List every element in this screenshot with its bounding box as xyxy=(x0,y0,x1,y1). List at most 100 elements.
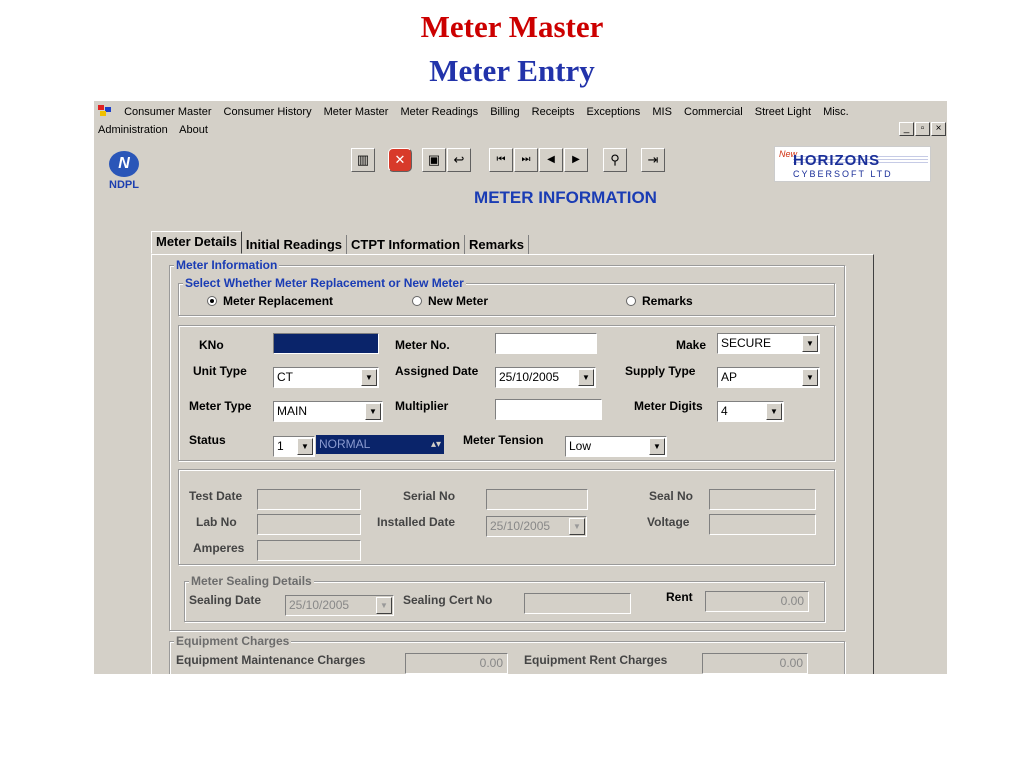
rent-label: Rent xyxy=(666,590,693,604)
meter-type-select[interactable]: MAIN ▼ xyxy=(273,401,383,422)
assigned-date-value: 25/10/2005 xyxy=(499,370,560,384)
meter-no-label: Meter No. xyxy=(395,338,450,352)
assigned-date-picker[interactable]: 25/10/2005 ▼ xyxy=(495,367,596,388)
seal-no-input[interactable] xyxy=(709,489,816,510)
chevron-down-icon[interactable]: ▼ xyxy=(361,369,377,386)
chevron-down-icon[interactable]: ▼ xyxy=(297,438,313,455)
chevron-down-icon[interactable]: ▼ xyxy=(569,518,585,535)
test-date-input[interactable] xyxy=(257,489,361,510)
chevron-down-icon[interactable]: ▼ xyxy=(365,403,381,420)
supply-type-select[interactable]: AP ▼ xyxy=(717,367,820,388)
lab-no-input[interactable] xyxy=(257,514,361,535)
remarks-label: Remarks xyxy=(642,294,693,308)
meter-no-input[interactable] xyxy=(495,333,597,354)
minimize-button[interactable]: _ xyxy=(899,122,914,136)
meter-tension-label: Meter Tension xyxy=(463,433,544,447)
menu-administration[interactable]: Administration xyxy=(98,124,168,136)
installed-date-picker[interactable]: 25/10/2005 ▼ xyxy=(486,516,587,537)
exit-icon[interactable]: ⇥ xyxy=(641,148,665,172)
find-icon[interactable]: ⚲ xyxy=(603,148,627,172)
serial-no-input[interactable] xyxy=(486,489,588,510)
chevron-down-icon[interactable]: ▼ xyxy=(802,335,818,352)
close-window-button[interactable]: × xyxy=(931,122,946,136)
menu-street-light[interactable]: Street Light xyxy=(755,106,811,118)
unit-type-value: CT xyxy=(277,370,293,384)
app-window: Consumer Master Consumer History Meter M… xyxy=(94,100,947,674)
menu-billing[interactable]: Billing xyxy=(490,106,519,118)
sealing-cert-input[interactable] xyxy=(524,593,631,614)
voltage-input[interactable] xyxy=(709,514,816,535)
menu-receipts[interactable]: Receipts xyxy=(532,106,575,118)
kno-label: KNo xyxy=(199,338,224,352)
menu-meter-readings[interactable]: Meter Readings xyxy=(401,106,479,118)
menu-misc[interactable]: Misc. xyxy=(823,106,849,118)
equipment-rent-input[interactable]: 0.00 xyxy=(702,653,808,674)
menu-consumer-master[interactable]: Consumer Master xyxy=(124,106,211,118)
meter-type-label: Meter Type xyxy=(189,399,252,413)
chevron-down-icon[interactable]: ▼ xyxy=(578,369,594,386)
multiplier-input[interactable] xyxy=(495,399,602,420)
seal-no-label: Seal No xyxy=(649,489,694,503)
meter-digits-select[interactable]: 4 ▼ xyxy=(717,401,784,422)
meter-replacement-radio[interactable]: Meter Replacement xyxy=(207,294,333,308)
equipment-rent-value: 0.00 xyxy=(779,656,803,670)
equipment-maintenance-value: 0.00 xyxy=(479,656,503,670)
print-icon[interactable]: ▥ xyxy=(351,148,375,172)
save-icon[interactable]: ▣ xyxy=(422,148,446,172)
sealing-date-picker[interactable]: 25/10/2005 ▼ xyxy=(285,595,394,616)
next-record-icon[interactable]: ▶ xyxy=(564,148,588,172)
equipment-charges-group: Equipment Charges Equipment Maintenance … xyxy=(169,634,845,674)
menu-meter-master[interactable]: Meter Master xyxy=(324,106,389,118)
first-record-icon[interactable]: ⏮ xyxy=(489,148,513,172)
tab-panel: Meter Information Select Whether Meter R… xyxy=(151,254,874,674)
cancel-icon[interactable]: ✕ xyxy=(388,148,412,172)
meter-tension-select[interactable]: Low ▼ xyxy=(565,436,667,457)
chevron-down-icon[interactable]: ▼ xyxy=(376,597,392,614)
meter-information-group: Meter Information Select Whether Meter R… xyxy=(169,258,845,631)
remarks-radio[interactable]: Remarks xyxy=(626,294,693,308)
horizons-logo: New HORIZONS CYBERSOFT LTD xyxy=(774,146,931,182)
tab-initial-readings[interactable]: Initial Readings xyxy=(242,235,347,254)
installed-date-label: Installed Date xyxy=(377,515,456,529)
unit-type-select[interactable]: CT ▼ xyxy=(273,367,379,388)
meter-choice-group: Select Whether Meter Replacement or New … xyxy=(178,276,835,316)
tab-ctpt-information[interactable]: CTPT Information xyxy=(347,235,466,254)
chevron-down-icon[interactable]: ▼ xyxy=(766,403,782,420)
meter-sealing-legend: Meter Sealing Details xyxy=(189,574,314,588)
test-date-label: Test Date xyxy=(189,489,243,503)
menu-mis[interactable]: MIS xyxy=(652,106,672,118)
tab-bar: Meter Details Initial Readings CTPT Info… xyxy=(151,231,529,254)
status-code-select[interactable]: 1 ▼ xyxy=(273,436,315,457)
restore-button[interactable]: ▫ xyxy=(915,122,930,136)
chevron-down-icon[interactable]: ▼ xyxy=(802,369,818,386)
menu-consumer-history[interactable]: Consumer History xyxy=(224,106,312,118)
installed-date-value: 25/10/2005 xyxy=(490,519,551,533)
slide-subtitle: Meter Entry xyxy=(429,53,595,88)
meter-fields-group: KNo Meter No. Make SECURE ▼ Unit Type CT ▼… xyxy=(178,325,835,461)
menu-commercial[interactable]: Commercial xyxy=(684,106,743,118)
equipment-maintenance-input[interactable]: 0.00 xyxy=(405,653,508,674)
kno-input[interactable] xyxy=(273,333,379,354)
make-label: Make xyxy=(676,338,707,352)
previous-record-icon[interactable]: ◀ xyxy=(539,148,563,172)
meter-digits-value: 4 xyxy=(721,404,728,418)
make-select[interactable]: SECURE ▼ xyxy=(717,333,820,354)
tab-remarks[interactable]: Remarks xyxy=(465,235,529,254)
new-meter-radio[interactable]: New Meter xyxy=(412,294,488,308)
status-value-box[interactable]: NORMAL ▴▾ xyxy=(316,435,444,454)
menu-exceptions[interactable]: Exceptions xyxy=(587,106,641,118)
menu-about[interactable]: About xyxy=(179,124,208,136)
amperes-input[interactable] xyxy=(257,540,361,561)
undo-icon[interactable]: ↩ xyxy=(447,148,471,172)
tab-meter-details[interactable]: Meter Details xyxy=(151,231,242,254)
last-record-icon[interactable]: ⏭ xyxy=(514,148,538,172)
rent-input[interactable]: 0.00 xyxy=(705,591,809,612)
radio-selected-icon xyxy=(207,296,217,306)
meter-test-group: Test Date Serial No Seal No Lab No Insta… xyxy=(178,469,835,565)
horizons-subtext: CYBERSOFT LTD xyxy=(793,169,893,179)
slide-title: Meter Master xyxy=(420,9,604,44)
spin-icon[interactable]: ▴▾ xyxy=(431,435,441,454)
meter-information-legend: Meter Information xyxy=(174,258,280,272)
sealing-date-value: 25/10/2005 xyxy=(289,598,350,612)
chevron-down-icon[interactable]: ▼ xyxy=(649,438,665,455)
